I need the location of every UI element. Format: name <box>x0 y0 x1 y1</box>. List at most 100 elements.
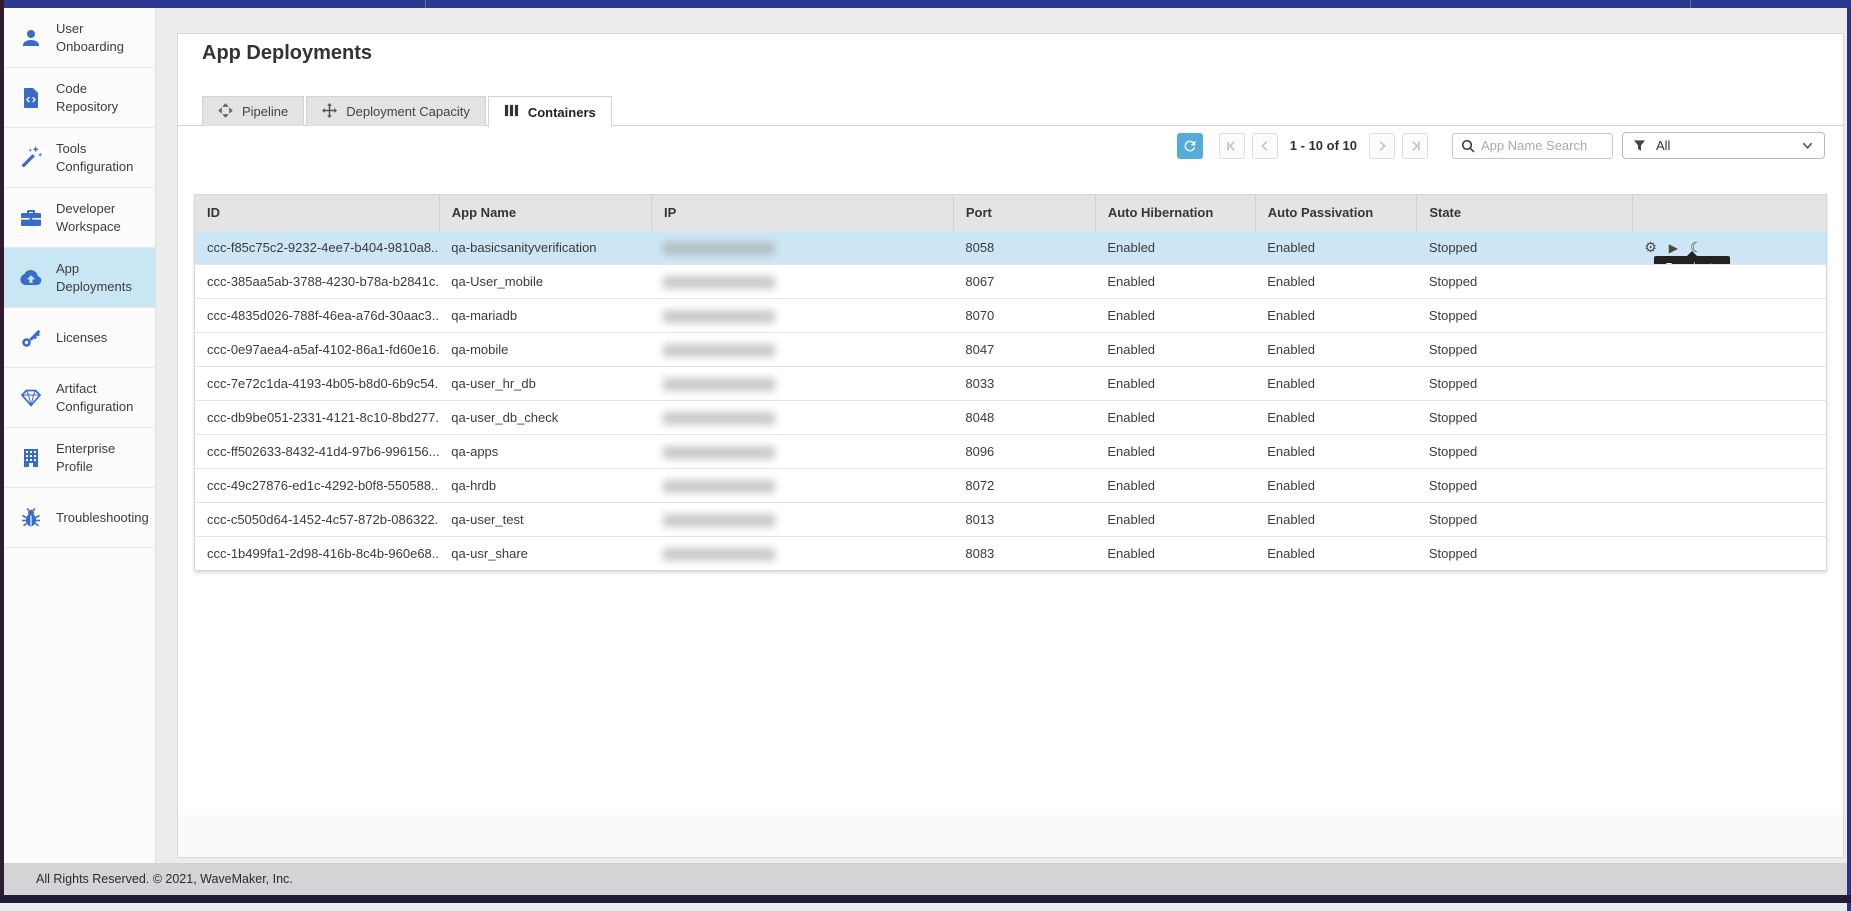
cell-id: ccc-4835d026-788f-46ea-a76d-30aac3... <box>195 299 440 333</box>
sidebar-item-label: Code Repository <box>56 80 118 115</box>
tab-label: Containers <box>528 105 596 120</box>
table-toolbar: 1 - 10 of 10 All <box>1177 132 1825 159</box>
containers-table: ID App Name IP Port Auto Hibernation Aut… <box>194 194 1827 571</box>
column-header-port: Port <box>953 195 1095 231</box>
sidebar-item-artifact-configuration[interactable]: Artifact Configuration <box>4 368 155 428</box>
cell-id: ccc-49c27876-ed1c-4292-b0f8-550588... <box>195 469 440 503</box>
ip-redacted-value <box>663 548 775 561</box>
tab-deployment-capacity[interactable]: Deployment Capacity <box>306 96 486 126</box>
table-row[interactable]: ccc-385aa5ab-3788-4230-b78a-b2841c... qa… <box>195 265 1827 299</box>
page-title: App Deployments <box>202 42 372 65</box>
table-row[interactable]: ccc-7e72c1da-4193-4b05-b8d0-6b9c54... qa… <box>195 367 1827 401</box>
table-row[interactable]: ccc-db9be051-2331-4121-8c10-8bd277... qa… <box>195 401 1827 435</box>
table-body: ccc-f85c75c2-9232-4ee7-b404-9810a8... qa… <box>195 231 1827 571</box>
table-row[interactable]: ccc-ff502633-8432-41d4-97b6-996156... qa… <box>195 435 1827 469</box>
state-filter-select[interactable]: All <box>1622 132 1825 159</box>
cell-ip <box>651 265 953 299</box>
diamond-icon <box>19 386 43 410</box>
cell-auto-passivation: Enabled <box>1255 469 1417 503</box>
cell-port: 8072 <box>953 469 1095 503</box>
cell-port: 8096 <box>953 435 1095 469</box>
table-row[interactable]: ccc-49c27876-ed1c-4292-b0f8-550588... qa… <box>195 469 1827 503</box>
start-play-icon[interactable]: ▶ <box>1669 242 1678 254</box>
cell-id: ccc-1b499fa1-2d98-416b-8c4b-960e68... <box>195 537 440 571</box>
first-page-icon <box>1226 140 1238 152</box>
cell-id: ccc-f85c75c2-9232-4ee7-b404-9810a8... <box>195 231 440 265</box>
table-row[interactable]: ccc-4835d026-788f-46ea-a76d-30aac3... qa… <box>195 299 1827 333</box>
cell-id: ccc-385aa5ab-3788-4230-b78a-b2841c... <box>195 265 440 299</box>
settings-gear-icon[interactable]: ⚙ <box>1644 241 1657 255</box>
cell-auto-passivation: Enabled <box>1255 537 1417 571</box>
ip-redacted-value <box>663 276 775 289</box>
first-page-button[interactable] <box>1219 133 1245 159</box>
cell-app-name: qa-User_mobile <box>439 265 651 299</box>
window-bottom-edge <box>0 895 1851 903</box>
cell-port: 8067 <box>953 265 1095 299</box>
cell-auto-hibernation: Enabled <box>1095 503 1255 537</box>
cell-auto-hibernation: Enabled <box>1095 469 1255 503</box>
cell-auto-hibernation: Enabled <box>1095 537 1255 571</box>
cell-ip <box>651 367 953 401</box>
last-page-icon <box>1409 140 1421 152</box>
cell-ip <box>651 503 953 537</box>
cell-auto-hibernation: Enabled <box>1095 333 1255 367</box>
search-input[interactable] <box>1481 138 1604 153</box>
cell-ip <box>651 299 953 333</box>
containers-tab-content: 1 - 10 of 10 All <box>178 125 1843 815</box>
cell-state: Stopped <box>1417 299 1632 333</box>
sidebar-item-label: Developer Workspace <box>56 200 121 235</box>
last-page-button[interactable] <box>1402 133 1428 159</box>
ip-redacted-value <box>663 242 775 255</box>
cell-port: 8013 <box>953 503 1095 537</box>
column-header-ip: IP <box>651 195 953 231</box>
cell-auto-passivation: Enabled <box>1255 367 1417 401</box>
cell-port: 8083 <box>953 537 1095 571</box>
chevron-down-icon <box>1801 139 1814 152</box>
passivate-tooltip: Passivate <box>1654 256 1730 265</box>
table-row[interactable]: ccc-c5050d64-1452-4c57-872b-086322... qa… <box>195 503 1827 537</box>
next-page-button[interactable] <box>1369 133 1395 159</box>
code-file-icon <box>19 86 43 110</box>
table-row[interactable]: ccc-1b499fa1-2d98-416b-8c4b-960e68... qa… <box>195 537 1827 571</box>
cell-ip <box>651 231 953 265</box>
sidebar-item-user-onboarding[interactable]: User Onboarding <box>4 8 155 68</box>
sidebar-item-app-deployments[interactable]: App Deployments <box>4 248 155 308</box>
briefcase-icon <box>19 206 43 230</box>
cell-state: Stopped <box>1417 469 1632 503</box>
table-row[interactable]: ccc-0e97aea4-a5af-4102-86a1-fd60e16... q… <box>195 333 1827 367</box>
cell-app-name: qa-user_hr_db <box>439 367 651 401</box>
cell-auto-passivation: Enabled <box>1255 333 1417 367</box>
previous-page-button[interactable] <box>1252 133 1278 159</box>
cell-auto-passivation: Enabled <box>1255 265 1417 299</box>
cell-state: Stopped <box>1417 367 1632 401</box>
sidebar-item-tools-configuration[interactable]: Tools Configuration <box>4 128 155 188</box>
building-icon <box>19 446 43 470</box>
sidebar-item-label: App Deployments <box>56 260 132 295</box>
tab-containers[interactable]: Containers <box>488 96 612 127</box>
cell-auto-hibernation: Enabled <box>1095 401 1255 435</box>
chevron-right-icon <box>1376 140 1388 152</box>
pipeline-icon <box>218 103 233 121</box>
cell-auto-hibernation: Enabled <box>1095 265 1255 299</box>
chevron-left-icon <box>1259 140 1271 152</box>
sidebar-item-code-repository[interactable]: Code Repository <box>4 68 155 128</box>
cell-id: ccc-c5050d64-1452-4c57-872b-086322... <box>195 503 440 537</box>
cell-actions: ⚙ ▶ ☾ Passivate <box>1632 231 1826 265</box>
cell-actions <box>1632 469 1826 503</box>
sidebar-item-troubleshooting[interactable]: Troubleshooting <box>4 488 155 548</box>
cell-actions <box>1632 537 1826 571</box>
tab-pipeline[interactable]: Pipeline <box>202 96 304 126</box>
table-row[interactable]: ccc-f85c75c2-9232-4ee7-b404-9810a8... qa… <box>195 231 1827 265</box>
cell-id: ccc-7e72c1da-4193-4b05-b8d0-6b9c54... <box>195 367 440 401</box>
sidebar-item-label: Troubleshooting <box>56 509 149 527</box>
table-header: ID App Name IP Port Auto Hibernation Aut… <box>195 195 1827 231</box>
columns-icon <box>504 103 519 121</box>
sidebar-item-developer-workspace[interactable]: Developer Workspace <box>4 188 155 248</box>
sidebar-item-licenses[interactable]: Licenses <box>4 308 155 368</box>
sidebar-item-enterprise-profile[interactable]: Enterprise Profile <box>4 428 155 488</box>
cell-state: Stopped <box>1417 265 1632 299</box>
funnel-icon <box>1633 139 1646 152</box>
refresh-button[interactable] <box>1177 133 1203 159</box>
cell-auto-passivation: Enabled <box>1255 503 1417 537</box>
cell-state: Stopped <box>1417 231 1632 265</box>
